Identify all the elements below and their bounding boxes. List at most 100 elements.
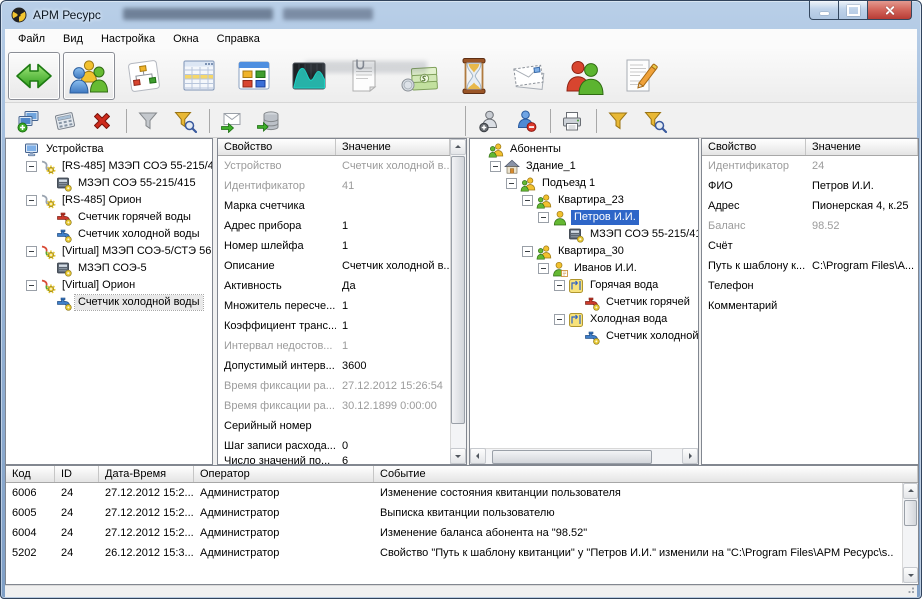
- filter-devices-button[interactable]: [131, 106, 165, 136]
- scroll-up-button[interactable]: [450, 139, 466, 155]
- remove-abonent-button[interactable]: [509, 106, 543, 136]
- scroll-up-button[interactable]: [903, 483, 918, 499]
- property-row[interactable]: Интервал недостов... 1: [218, 336, 450, 356]
- property-row[interactable]: ФИО Петров И.И.: [702, 176, 918, 196]
- expand-toggle[interactable]: [554, 314, 565, 325]
- property-row[interactable]: Телефон: [702, 276, 918, 296]
- abonent-tree-item[interactable]: МЗЭП СОЭ 55-215/41: [470, 226, 698, 243]
- log-row[interactable]: 5202 24 26.12.2012 15:3... Администратор…: [6, 543, 918, 563]
- property-row[interactable]: Время фиксации ра... 27.12.2012 15:26:54: [218, 376, 450, 396]
- device-tree-item[interactable]: МЗЭП СОЭ-5: [6, 260, 212, 277]
- log-row[interactable]: 6004 24 27.12.2012 15:2... Администратор…: [6, 523, 918, 543]
- mail-button[interactable]: [503, 52, 555, 100]
- menu-item[interactable]: Настройка: [92, 30, 164, 48]
- log-column-operator[interactable]: Оператор: [194, 466, 374, 482]
- expand-toggle[interactable]: [26, 161, 37, 172]
- close-button[interactable]: [867, 1, 912, 20]
- abonent-tree-item[interactable]: Здание_1: [470, 158, 698, 175]
- device-tree-item[interactable]: МЗЭП СОЭ 55-215/415: [6, 175, 212, 192]
- add-abonent-button[interactable]: [472, 106, 506, 136]
- abonent-tree-item[interactable]: Подъезд 1: [470, 175, 698, 192]
- property-row[interactable]: Серийный номер: [218, 416, 450, 436]
- device-tree-item[interactable]: Счетчик горячей воды: [6, 209, 212, 226]
- maximize-button[interactable]: [839, 1, 867, 20]
- property-row[interactable]: Активность Да: [218, 276, 450, 296]
- property-row[interactable]: Коэффициент транс... 1: [218, 316, 450, 336]
- scheme-button[interactable]: [118, 52, 170, 100]
- property-row[interactable]: Адрес Пионерская 4, к.25: [702, 196, 918, 216]
- minimize-button[interactable]: [809, 1, 839, 20]
- property-row[interactable]: Время фиксации ра... 30.12.1899 0:00:00: [218, 396, 450, 416]
- filter-abonents-button[interactable]: [601, 106, 635, 136]
- abonent-tree-item[interactable]: Квартира_30: [470, 243, 698, 260]
- property-row[interactable]: Марка счетчика: [218, 196, 450, 216]
- menu-item[interactable]: Справка: [208, 30, 269, 48]
- add-device-button[interactable]: [11, 106, 45, 136]
- property-row[interactable]: Устройство Счетчик холодной в...: [218, 156, 450, 176]
- device-tree-item[interactable]: [Virtual] Орион: [6, 277, 212, 294]
- abonent-tree-item[interactable]: Иванов И.И.: [470, 260, 698, 277]
- delete-device-button[interactable]: [85, 106, 119, 136]
- abonent-tree-item[interactable]: Абоненты: [470, 141, 698, 158]
- device-tree-item[interactable]: [Virtual] МЗЭП СОЭ-5/СТЭ 561: [6, 243, 212, 260]
- menu-item[interactable]: Файл: [9, 30, 54, 48]
- calculator-button[interactable]: [48, 106, 82, 136]
- filter-search-devices-button[interactable]: [168, 106, 202, 136]
- expand-toggle[interactable]: [522, 195, 533, 206]
- log-column-event[interactable]: Событие: [374, 466, 918, 482]
- abonents-view-button[interactable]: [63, 52, 115, 100]
- property-row[interactable]: Комментарий: [702, 296, 918, 316]
- property-row[interactable]: Адрес прибора 1: [218, 216, 450, 236]
- property-row[interactable]: Баланс 98.52: [702, 216, 918, 236]
- filter-search-abonents-button[interactable]: [638, 106, 672, 136]
- value-column-header[interactable]: Значение: [806, 139, 918, 155]
- history-button[interactable]: [448, 52, 500, 100]
- log-column-datetime[interactable]: Дата-Время: [99, 466, 194, 482]
- device-tree-item[interactable]: [RS-485] МЗЭП СОЭ 55-215/415: [6, 158, 212, 175]
- property-column-header[interactable]: Свойство: [218, 139, 336, 155]
- journal-button[interactable]: [613, 52, 665, 100]
- scrollbar-thumb[interactable]: [904, 500, 917, 526]
- abonents-horizontal-scrollbar[interactable]: [470, 448, 698, 464]
- expand-toggle[interactable]: [538, 212, 549, 223]
- menu-item[interactable]: Вид: [54, 30, 92, 48]
- print-button[interactable]: [555, 106, 589, 136]
- property-row[interactable]: Число значений по... 6: [218, 456, 450, 464]
- property-row[interactable]: Путь к шаблону к... C:\Program Files\A..…: [702, 256, 918, 276]
- device-tree-item[interactable]: Счетчик холодной воды: [6, 226, 212, 243]
- title-bar[interactable]: АРМ Ресурс: [1, 1, 921, 29]
- abonent-tree-item[interactable]: Счетчик холодной: [470, 328, 698, 345]
- log-row[interactable]: 6006 24 27.12.2012 15:2... Администратор…: [6, 483, 918, 503]
- property-row[interactable]: Допустимый интерв... 3600: [218, 356, 450, 376]
- scroll-down-button[interactable]: [450, 448, 466, 464]
- property-row[interactable]: Описание Счетчик холодной в...: [218, 256, 450, 276]
- users-exchange-button[interactable]: [558, 52, 610, 100]
- device-tree-item[interactable]: Устройства: [6, 141, 212, 158]
- property-row[interactable]: Идентификатор 24: [702, 156, 918, 176]
- property-column-header[interactable]: Свойство: [702, 139, 806, 155]
- export-mail-button[interactable]: [214, 106, 248, 136]
- charts-button[interactable]: [283, 52, 335, 100]
- scrollbar-thumb[interactable]: [451, 156, 465, 424]
- scrollbar-thumb[interactable]: [492, 450, 652, 464]
- expand-toggle[interactable]: [554, 280, 565, 291]
- abonent-tree-item[interactable]: Счетчик горячей: [470, 294, 698, 311]
- property-row[interactable]: Счёт: [702, 236, 918, 256]
- abonent-tree-item[interactable]: Горячая вода: [470, 277, 698, 294]
- expand-toggle[interactable]: [506, 178, 517, 189]
- plan-view-button[interactable]: [228, 52, 280, 100]
- device-tree-item[interactable]: [RS-485] Орион: [6, 192, 212, 209]
- toggle-panels-button[interactable]: [8, 52, 60, 100]
- log-column-id[interactable]: ID: [55, 466, 99, 482]
- abonent-tree-item[interactable]: Холодная вода: [470, 311, 698, 328]
- log-row[interactable]: 6005 24 27.12.2012 15:2... Администратор…: [6, 503, 918, 523]
- log-scrollbar[interactable]: [902, 483, 918, 583]
- resize-grip[interactable]: [906, 587, 914, 595]
- expand-toggle[interactable]: [538, 263, 549, 274]
- value-column-header[interactable]: Значение: [336, 139, 450, 155]
- scroll-right-button[interactable]: [682, 448, 698, 464]
- scroll-down-button[interactable]: [903, 567, 918, 583]
- expand-toggle[interactable]: [26, 280, 37, 291]
- abonent-tree-item[interactable]: Петров И.И.: [470, 209, 698, 226]
- import-db-button[interactable]: [251, 106, 285, 136]
